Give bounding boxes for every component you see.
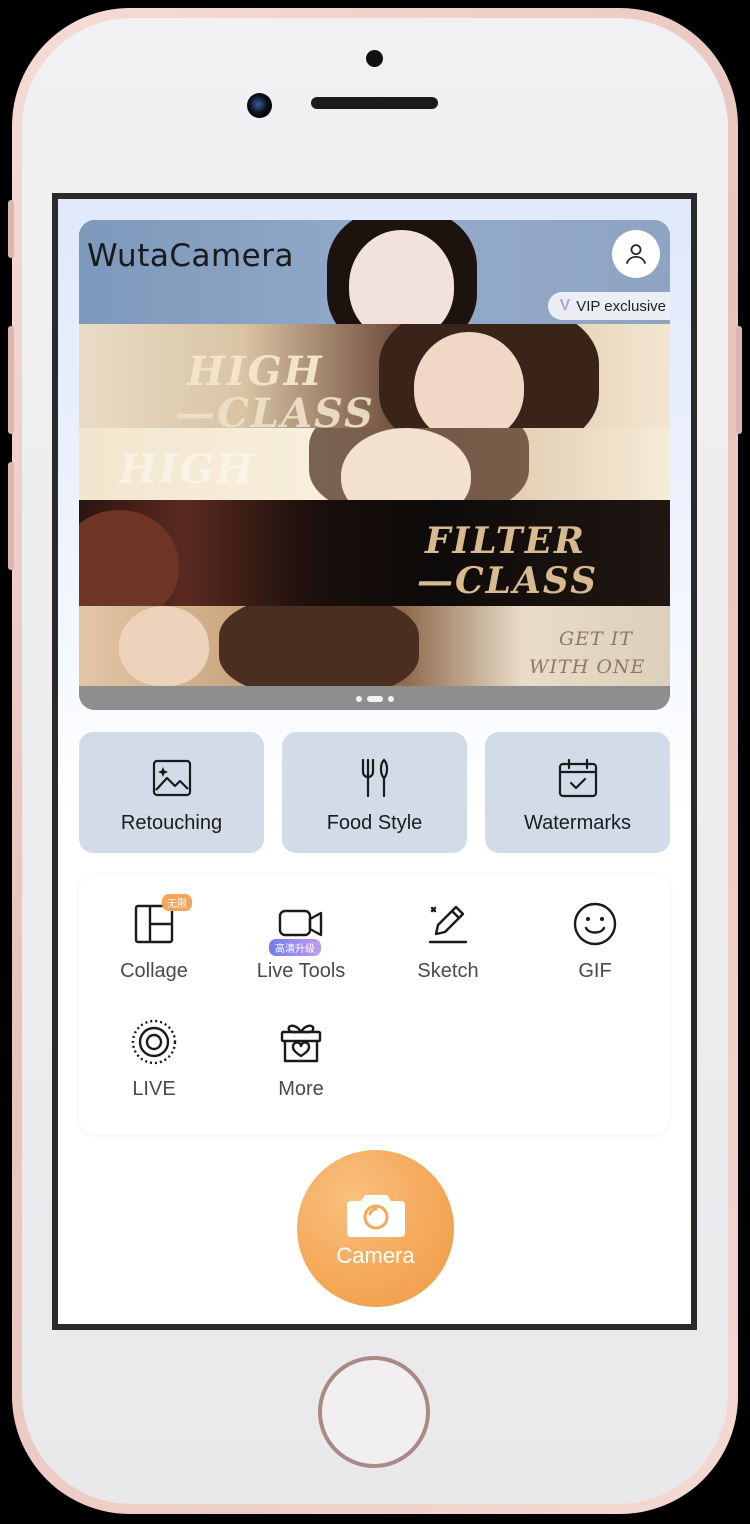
- promo-text: —CLASS: [175, 390, 375, 437]
- promo-text: GET IT: [559, 628, 633, 650]
- gif-button[interactable]: GIF: [522, 900, 668, 983]
- pager-dot-active[interactable]: [366, 696, 383, 702]
- profile-button[interactable]: [612, 230, 660, 278]
- collage-label: Collage: [120, 960, 188, 982]
- sketch-button[interactable]: Sketch: [375, 900, 521, 983]
- live-tools-icon-wrap: 高清升级: [269, 900, 325, 956]
- food-style-button[interactable]: Food Style: [282, 732, 467, 853]
- promo-text: —CLASS: [417, 560, 599, 602]
- live-target-icon: [131, 1019, 177, 1065]
- watermarks-label: Watermarks: [523, 812, 632, 834]
- image-sparkle-icon: [152, 759, 191, 797]
- app-screen: HIGH —CLASS HIGH FILTER —CLASS GET IT WI…: [52, 193, 697, 1330]
- live-icon-wrap: [130, 1018, 178, 1066]
- watermarks-button[interactable]: Watermarks: [485, 732, 670, 853]
- sketch-icon-wrap: [424, 900, 472, 948]
- retouching-label: Retouching: [120, 812, 223, 834]
- volume-up-button: [8, 326, 14, 434]
- collage-button[interactable]: 无限 Collage: [81, 894, 227, 983]
- app-title: WutaCamera: [87, 238, 294, 274]
- food-style-label: Food Style: [326, 812, 423, 834]
- pencil-icon: [428, 905, 468, 944]
- feature-cards: Retouching Food Style Watermarks: [79, 732, 670, 853]
- home-button[interactable]: [318, 1356, 430, 1468]
- more-icon-wrap: [277, 1018, 325, 1066]
- live-tools-label: Live Tools: [256, 960, 346, 982]
- pager-dot[interactable]: [387, 696, 394, 702]
- collage-badge: 无限: [162, 894, 192, 911]
- volume-down-button: [8, 462, 14, 570]
- more-button[interactable]: More: [228, 1018, 374, 1101]
- sketch-label: Sketch: [417, 960, 479, 982]
- promo-text: HIGH: [187, 348, 324, 395]
- tools-panel: 无限 Collage 高清升级 Live Tools Sketch GIF LI…: [79, 874, 670, 1134]
- smiley-icon: [573, 902, 617, 946]
- retouching-button[interactable]: Retouching: [79, 732, 264, 853]
- calendar-check-icon: [558, 758, 597, 798]
- gif-icon-wrap: [571, 900, 619, 948]
- more-label: More: [278, 1078, 324, 1100]
- collage-icon-wrap: 无限: [130, 894, 192, 948]
- live-button[interactable]: LIVE: [81, 1018, 227, 1101]
- promo-banner[interactable]: HIGH —CLASS HIGH FILTER —CLASS GET IT WI…: [79, 220, 670, 710]
- pager-dot[interactable]: [355, 696, 362, 702]
- gift-icon: [280, 1024, 322, 1063]
- camera-label: Camera: [336, 1242, 415, 1268]
- vip-icon: V: [559, 297, 571, 314]
- earpiece-speaker: [311, 97, 438, 109]
- mute-switch: [8, 200, 14, 258]
- live-tools-button[interactable]: 高清升级 Live Tools: [228, 900, 374, 983]
- proximity-sensor: [366, 50, 383, 67]
- fork-knife-icon: [361, 758, 388, 798]
- camera-icon: [346, 1194, 405, 1237]
- vip-exclusive-badge[interactable]: V VIP exclusive: [547, 292, 670, 320]
- camera-button[interactable]: Camera: [297, 1150, 454, 1307]
- user-icon: [625, 244, 647, 265]
- promo-text: WITH ONE: [529, 656, 646, 678]
- vip-label: VIP exclusive: [576, 297, 666, 315]
- gif-label: GIF: [578, 960, 612, 982]
- promo-text: HIGH: [119, 446, 256, 493]
- front-camera-lens: [247, 93, 272, 118]
- live-tools-badge: 高清升级: [269, 939, 321, 956]
- live-label: LIVE: [132, 1078, 176, 1100]
- promo-text: FILTER: [425, 520, 586, 562]
- power-button: [736, 326, 742, 434]
- banner-pager: [79, 696, 670, 702]
